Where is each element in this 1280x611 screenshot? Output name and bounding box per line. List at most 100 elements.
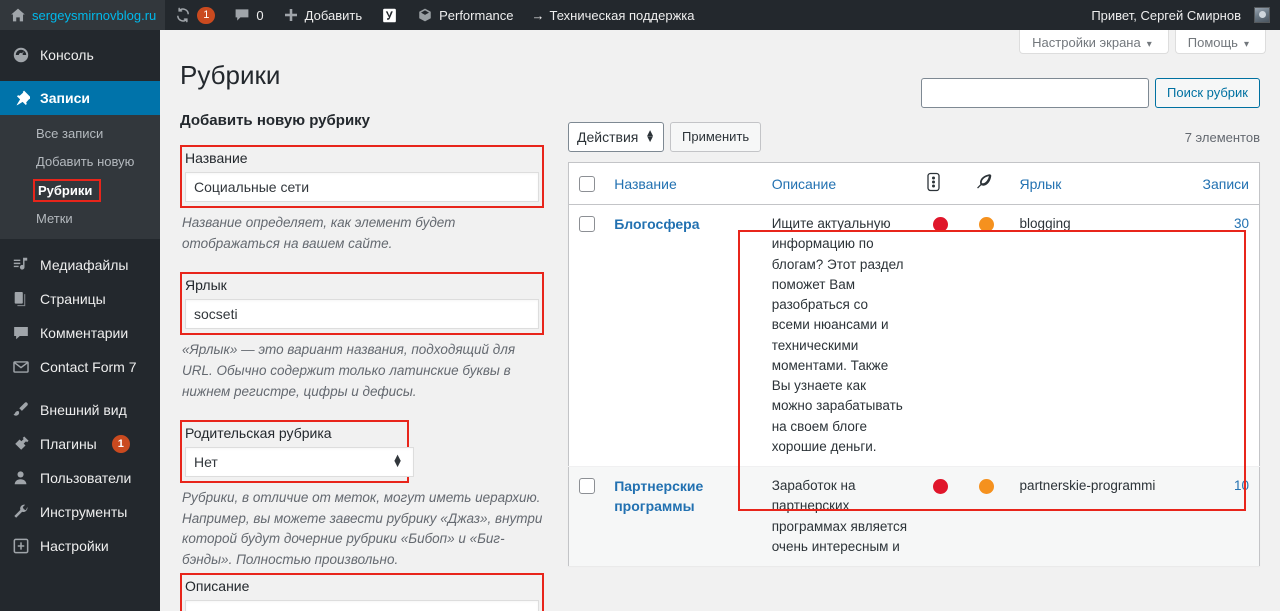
avatar[interactable]: [1254, 7, 1270, 23]
adminbar-comments[interactable]: 0: [224, 0, 272, 30]
sidebar-item-settings[interactable]: Настройки: [0, 529, 160, 563]
sidebar-label-dashboard: Консоль: [40, 47, 94, 63]
users-icon: [11, 468, 31, 488]
categories-table: Название Описание Ярлык Записи Блогосфер…: [568, 162, 1260, 566]
row-select-checkbox[interactable]: [579, 216, 595, 233]
sidebar-item-users[interactable]: Пользователи: [0, 461, 160, 495]
sidebar-item-tools[interactable]: Инструменты: [0, 495, 160, 529]
sidebar-label-users: Пользователи: [40, 470, 132, 486]
pages-icon: [11, 289, 31, 309]
main-content: Настройки экрана ▾ Помощь ▾ Рубрики Доба…: [160, 30, 1280, 611]
search-row: Поиск рубрик: [568, 78, 1260, 108]
parent-field-group: Родительская рубрика Нет ▲ ▼: [180, 419, 414, 483]
table-head: Название Описание Ярлык Записи: [568, 162, 1260, 205]
dashboard-icon: [11, 45, 31, 65]
table-nav-top: Действия ▲ ▼ Применить 7 элементов: [568, 122, 1260, 152]
sidebar-item-plugins[interactable]: Плагины 1: [0, 427, 160, 461]
sidebar-label-appearance: Внешний вид: [40, 402, 127, 418]
category-slug: partnerskie-programmi: [1019, 478, 1156, 493]
admin-bar: sergeysmirnovblog.ru 1 0 Добавить Perfor…: [0, 0, 1280, 30]
name-input[interactable]: [185, 172, 539, 202]
column-header-dots[interactable]: [917, 162, 964, 205]
table-row[interactable]: Блогосфера Ищите актуальную информацию п…: [568, 204, 1260, 467]
row-checkbox-cell: [568, 204, 605, 467]
column-header-description[interactable]: Описание: [761, 162, 918, 205]
category-name-link[interactable]: Партнерские программы: [614, 476, 752, 517]
sidebar-item-add-new-post[interactable]: Добавить новую: [0, 148, 160, 176]
adminbar-support[interactable]: → Техническая поддержка: [523, 0, 704, 30]
sidebar-label-plugins: Плагины: [40, 436, 97, 452]
performance-icon: [416, 6, 434, 24]
search-categories-button[interactable]: Поиск рубрик: [1155, 78, 1260, 108]
adminbar-yoast-seo[interactable]: [371, 0, 407, 30]
bulk-actions-select[interactable]: Действия ▲ ▼: [568, 122, 664, 152]
row-checkbox-cell: [568, 466, 605, 566]
adminbar-my-account[interactable]: Привет, Сергей Смирнов: [1082, 0, 1254, 30]
category-posts-count[interactable]: 10: [1234, 478, 1249, 493]
sidebar-item-all-posts[interactable]: Все записи: [0, 120, 160, 148]
add-category-form: Добавить новую рубрику Название Название…: [180, 112, 544, 588]
apply-bulk-action-button[interactable]: Применить: [670, 122, 762, 152]
description-textarea[interactable]: [185, 600, 539, 611]
sidebar-label-contact-form-7: Contact Form 7: [40, 359, 137, 375]
plus-icon: [282, 6, 300, 24]
sidebar-item-tags[interactable]: Метки: [0, 205, 160, 233]
updates-count-badge: 1: [197, 6, 216, 24]
updates-icon: [174, 6, 192, 24]
settings-icon: [11, 536, 31, 556]
sidebar-item-pages[interactable]: Страницы: [0, 282, 160, 316]
chevron-down-icon: ▾: [1146, 39, 1152, 50]
name-help-text: Название определяет, как элемент будет о…: [182, 215, 456, 251]
sidebar-separator-3: [0, 384, 160, 393]
comments-count: 0: [256, 7, 264, 23]
adminbar-greeting: Привет, Сергей Смирнов: [1091, 7, 1241, 23]
parent-select[interactable]: Нет ▲ ▼: [185, 446, 414, 477]
slug-field-group: Ярлык: [180, 271, 544, 335]
sidebar-separator-2: [0, 239, 160, 248]
row-dot2-cell: [963, 466, 1010, 566]
readability-status-orange-dot-icon: [978, 478, 994, 494]
screen-options-button[interactable]: Настройки экрана ▾: [1019, 30, 1169, 54]
search-input[interactable]: [921, 78, 1149, 108]
plugins-icon: [11, 434, 31, 454]
select-all-checkbox[interactable]: [579, 176, 595, 193]
adminbar-new-label: Добавить: [304, 7, 363, 23]
name-field-group: Название: [180, 145, 544, 208]
sidebar-item-comments[interactable]: Комментарии: [0, 316, 160, 350]
bulk-actions-value: Действия: [577, 129, 639, 145]
row-name-cell: Партнерские программы: [604, 466, 762, 566]
sidebar-item-categories[interactable]: Рубрики: [33, 179, 102, 202]
column-header-posts[interactable]: Записи: [1183, 162, 1260, 205]
sidebar-label-comments: Комментарии: [40, 325, 129, 341]
row-description-cell: Заработок на партнерских программах явля…: [761, 466, 918, 566]
displaying-num: 7 элементов: [1184, 129, 1260, 145]
arrow-right-icon: →: [531, 7, 545, 23]
sidebar-item-contact-form-7[interactable]: Contact Form 7: [0, 350, 160, 384]
adminbar-updates[interactable]: 1: [165, 0, 224, 30]
table-row[interactable]: Партнерские программы Заработок на партн…: [568, 466, 1260, 566]
category-posts-count[interactable]: 30: [1234, 216, 1249, 231]
row-select-checkbox[interactable]: [579, 478, 595, 495]
help-button[interactable]: Помощь ▾: [1174, 30, 1266, 54]
home-icon: [9, 6, 27, 24]
description-label: Описание: [185, 578, 250, 594]
sidebar-item-media[interactable]: Медиафайлы: [0, 248, 160, 282]
appearance-brush-icon: [11, 400, 31, 420]
sidebar-item-dashboard[interactable]: Консоль: [0, 38, 160, 72]
column-header-feather[interactable]: [963, 162, 1010, 205]
sidebar-item-appearance[interactable]: Внешний вид: [0, 393, 160, 427]
parent-select-value: Нет: [194, 453, 218, 470]
adminbar-performance[interactable]: Performance: [407, 0, 522, 30]
media-icon: [11, 255, 31, 275]
column-header-slug[interactable]: Ярлык: [1009, 162, 1184, 205]
slug-input[interactable]: [185, 298, 539, 329]
sidebar-item-posts[interactable]: Записи: [0, 81, 168, 115]
row-posts-cell: 10: [1183, 466, 1260, 566]
screen-meta-links: Настройки экрана ▾ Помощь ▾: [1019, 30, 1266, 54]
category-name-link[interactable]: Блогосфера: [614, 214, 699, 234]
select-arrows-icon: ▲ ▼: [645, 127, 655, 145]
adminbar-site-name[interactable]: sergeysmirnovblog.ru: [0, 0, 166, 30]
parent-help-text: Рубрики, в отличие от меток, могут иметь…: [182, 489, 543, 568]
column-header-name[interactable]: Название: [604, 162, 762, 205]
adminbar-new-content[interactable]: Добавить: [273, 0, 371, 30]
